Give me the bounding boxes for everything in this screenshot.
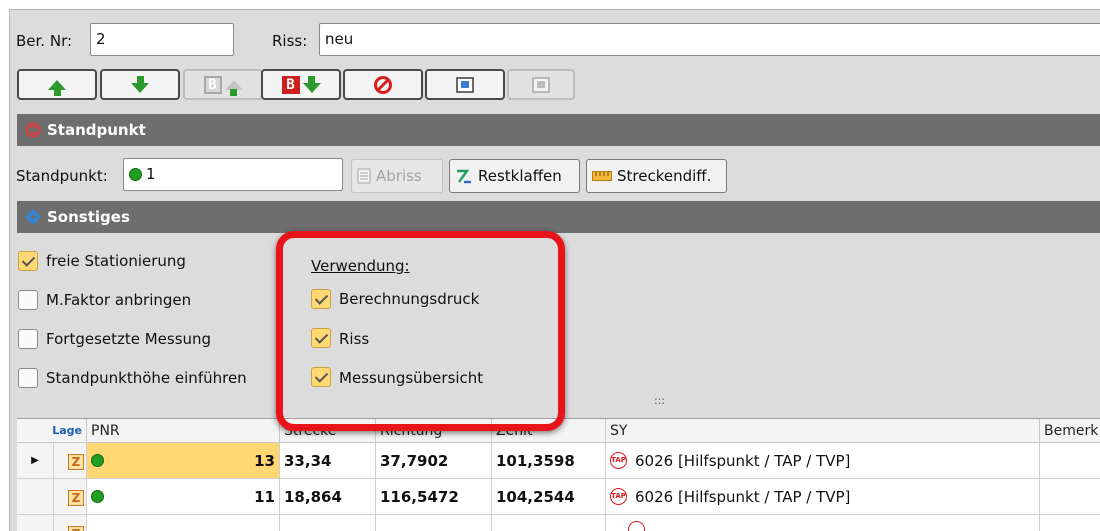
freie-stationierung-label: freie Stationierung	[46, 252, 186, 270]
measurements-table: Lage PNR Strecke Richtung Zenit SY Bemer…	[17, 418, 1100, 531]
riss-input[interactable]: neu	[319, 23, 1100, 56]
highlight-frame	[276, 231, 565, 431]
row-selector-icon: ▶	[17, 443, 54, 479]
bemerkung-cell[interactable]	[1040, 479, 1100, 515]
arrow-up-icon	[48, 79, 66, 96]
status-dot-icon	[129, 168, 142, 181]
ruler-icon	[592, 171, 612, 181]
pnr-value: 11	[254, 487, 275, 506]
paste-icon	[532, 76, 550, 93]
status-dot-icon	[91, 454, 104, 467]
copy-button[interactable]	[425, 69, 505, 100]
pnr-value: 13	[254, 451, 275, 470]
arrow-down-icon	[302, 76, 321, 93]
bemerkung-cell[interactable]	[1040, 515, 1100, 531]
zenit-cell[interactable]: 101,3598	[492, 443, 606, 479]
splitter-grip[interactable]: :::	[654, 394, 665, 407]
restklaffen-icon	[457, 169, 471, 184]
bemerkung-cell[interactable]	[1040, 443, 1100, 479]
arrow-down-icon	[131, 76, 149, 93]
ber-nr-label: Ber. Nr:	[16, 32, 73, 50]
pnr-cell[interactable]	[87, 515, 280, 531]
richtung-cell[interactable]: 37,7902	[376, 443, 492, 479]
m-faktor-label: M.Faktor anbringen	[46, 291, 192, 309]
cancel-button[interactable]	[343, 69, 423, 100]
column-header-sy[interactable]: SY	[606, 419, 1040, 443]
lage-cell: Z	[54, 479, 87, 515]
zenit-cell[interactable]: 104,2544	[492, 479, 606, 515]
move-down-button[interactable]	[100, 69, 180, 100]
sonstiges-section-header: Sonstiges	[17, 201, 1100, 233]
riss-label: Riss:	[272, 32, 308, 50]
main-panel: Ber. Nr: 2 Riss: neu B B Standpunkt Stan…	[9, 9, 1100, 531]
sy-value: 6026 [Hilfspunkt / TAP / TVP]	[635, 487, 851, 506]
z-icon: Z	[68, 526, 84, 531]
ber-nr-input[interactable]: 2	[90, 23, 234, 56]
paste-button[interactable]	[507, 69, 575, 100]
strecke-cell[interactable]	[280, 515, 376, 531]
standpunkthoehe-label: Standpunkthöhe einführen	[46, 369, 247, 387]
standpunkt-icon	[25, 122, 41, 138]
streckendiff-label: Streckendiff.	[617, 167, 712, 185]
sy-cell[interactable]: TAP 6026 [Hilfspunkt / TAP / TVP]	[606, 443, 1040, 479]
standpunkt-value: 1	[146, 165, 156, 183]
streckendiff-button[interactable]: Streckendiff.	[586, 159, 727, 193]
m-faktor-checkbox[interactable]	[18, 290, 38, 310]
move-up-button[interactable]	[17, 69, 97, 100]
fortgesetzte-messung-label: Fortgesetzte Messung	[46, 330, 212, 348]
pnr-cell[interactable]: 11	[87, 479, 280, 515]
strecke-cell[interactable]: 33,34	[280, 443, 376, 479]
richtung-cell[interactable]	[376, 515, 492, 531]
lage-cell: Z	[54, 443, 87, 479]
restklaffen-button[interactable]: Restklaffen	[449, 159, 580, 193]
copy-icon	[456, 76, 474, 93]
lage-cell: Z	[54, 515, 87, 531]
arrow-up-icon	[224, 79, 243, 96]
gear-icon	[25, 209, 41, 225]
z-icon: Z	[68, 490, 84, 506]
restklaffen-label: Restklaffen	[478, 167, 562, 185]
richtung-cell[interactable]: 116,5472	[376, 479, 492, 515]
standpunkt-label: Standpunkt:	[16, 167, 108, 185]
strecke-cell[interactable]: 18,864	[280, 479, 376, 515]
tap-icon	[628, 521, 645, 531]
block-up-button[interactable]: B	[183, 69, 263, 100]
z-icon: Z	[68, 454, 84, 470]
standpunkt-section-title: Standpunkt	[47, 121, 146, 139]
status-dot-icon	[91, 490, 104, 503]
standpunkt-section-header: Standpunkt	[17, 114, 1100, 146]
b-icon: B	[203, 75, 222, 94]
zenit-cell[interactable]	[492, 515, 606, 531]
no-entry-icon	[374, 75, 392, 94]
tap-icon: TAP	[610, 452, 627, 469]
column-header-pnr[interactable]: PNR	[87, 419, 280, 443]
standpunkt-input[interactable]: 1	[123, 158, 343, 191]
column-header-lage[interactable]: Lage	[17, 419, 87, 443]
tap-icon: TAP	[610, 488, 627, 505]
b-icon: B	[281, 75, 300, 94]
row-selector	[17, 479, 54, 515]
abriss-label: Abriss	[376, 167, 422, 185]
freie-stationierung-checkbox[interactable]	[18, 251, 38, 271]
sy-cell[interactable]	[606, 515, 1040, 531]
sy-value: 6026 [Hilfspunkt / TAP / TVP]	[635, 451, 851, 470]
row-selector	[17, 515, 54, 531]
fortgesetzte-messung-checkbox[interactable]	[18, 329, 38, 349]
block-down-button[interactable]: B	[261, 69, 341, 100]
pnr-cell[interactable]: 13	[87, 443, 280, 479]
column-header-bemerkung[interactable]: Bemerk	[1040, 419, 1100, 443]
list-icon	[357, 168, 371, 184]
abriss-button[interactable]: Abriss	[351, 159, 443, 193]
sonstiges-section-title: Sonstiges	[47, 208, 130, 226]
standpunkthoehe-checkbox[interactable]	[18, 368, 38, 388]
sy-cell[interactable]: TAP 6026 [Hilfspunkt / TAP / TVP]	[606, 479, 1040, 515]
